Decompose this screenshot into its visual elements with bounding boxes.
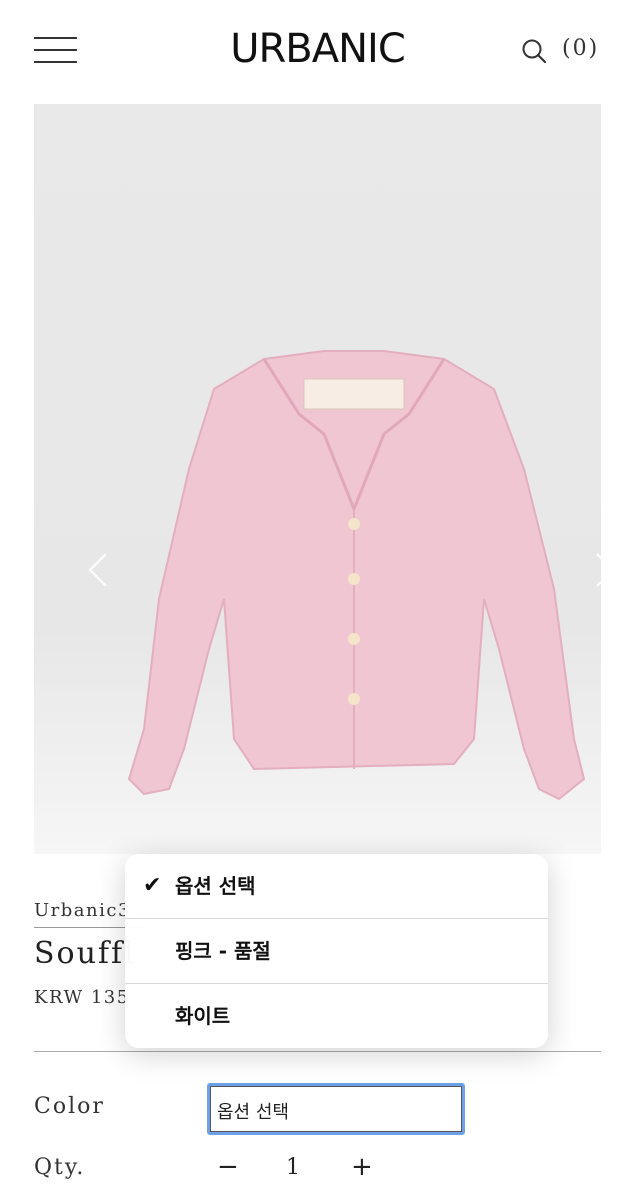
product-price: KRW 135	[34, 987, 130, 1008]
color-dropdown-menu: ✔ 옵션 선택 핑크 - 품절 화이트	[125, 854, 548, 1048]
product-brand[interactable]: Urbanic3	[34, 900, 131, 921]
chevron-right-icon[interactable]	[595, 552, 601, 588]
qty-increase-button[interactable]: +	[351, 1152, 373, 1182]
color-select-value: 옵션 선택	[210, 1086, 462, 1132]
site-header: URBANIC (0)	[0, 0, 635, 100]
search-icon[interactable]	[521, 38, 547, 64]
section-divider	[34, 1051, 601, 1052]
qty-label: Qty.	[34, 1155, 86, 1180]
dropdown-option-label: 핑크 - 품절	[175, 939, 271, 963]
product-title: Souffl	[34, 936, 136, 971]
product-image	[127, 350, 586, 801]
dropdown-option-white[interactable]: 화이트	[125, 983, 548, 1047]
product-image-gallery[interactable]	[34, 104, 601, 854]
qty-decrease-button[interactable]: −	[217, 1152, 239, 1182]
checkmark-icon: ✔	[143, 873, 162, 898]
dropdown-option-label: 화이트	[175, 1004, 231, 1028]
cart-count[interactable]: (0)	[562, 36, 599, 61]
color-label: Color	[34, 1094, 105, 1119]
chevron-left-icon[interactable]	[88, 552, 108, 588]
color-select[interactable]: 옵션 선택	[207, 1083, 465, 1135]
dropdown-option-pink[interactable]: 핑크 - 품절	[125, 918, 548, 982]
dropdown-option-label: 옵션 선택	[175, 874, 256, 898]
dropdown-option-none[interactable]: ✔ 옵션 선택	[125, 854, 548, 918]
qty-value[interactable]: 1	[286, 1155, 300, 1180]
